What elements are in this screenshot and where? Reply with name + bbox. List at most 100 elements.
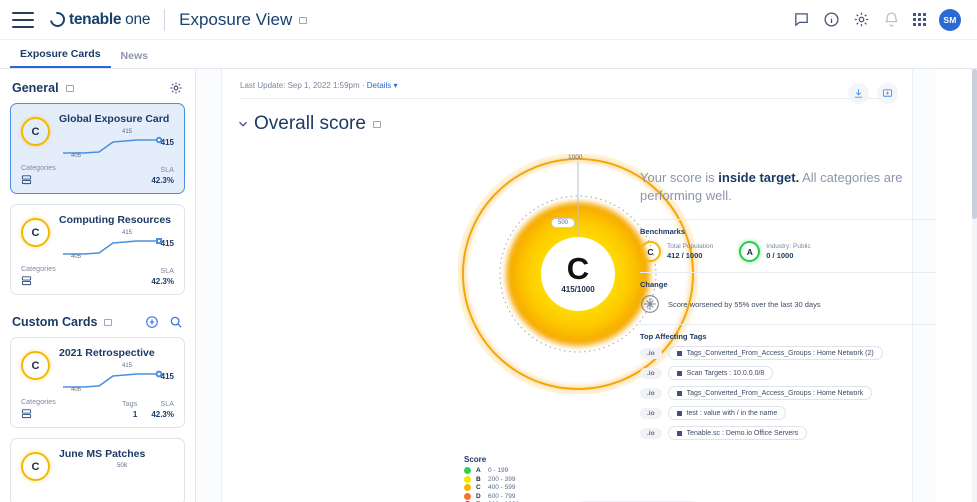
- card-title: 2021 Retrospective: [59, 347, 155, 359]
- card-metrics: Tags 1 SLA 42.3%: [122, 401, 174, 419]
- legend-grade: B: [476, 475, 481, 483]
- divider: [640, 219, 936, 220]
- trend-change-icon: [640, 294, 660, 314]
- benchmark-value: 0 / 1000: [766, 251, 794, 260]
- card-spark-high: 508: [117, 463, 128, 469]
- gear-icon[interactable]: [853, 11, 870, 28]
- custom-cards-section-title: Custom Cards: [12, 315, 98, 329]
- score-details: Your score is inside target. All categor…: [640, 169, 936, 440]
- page-info-icon[interactable]: [299, 16, 308, 24]
- page-scrollbar-thumb[interactable]: [972, 69, 977, 219]
- hamburger-icon[interactable]: [12, 11, 34, 28]
- tag-pill[interactable]: Tags_Converted_From_Access_Groups : Home…: [667, 386, 873, 400]
- tag-row: .io Scan Targets : 10.0.0.0/8: [640, 366, 936, 380]
- card-sla: SLA 42.3%: [151, 268, 174, 286]
- search-icon[interactable]: [169, 315, 183, 329]
- chat-icon[interactable]: [793, 11, 810, 28]
- legend-grade: D: [476, 492, 481, 500]
- last-update: Last Update: Sep 1, 2022 1:59pm · Detail…: [240, 81, 398, 90]
- card-sla-value: 42.3%: [151, 410, 174, 419]
- card-categories: Categories: [21, 399, 56, 419]
- gauge-score-text: 415/1000: [561, 285, 595, 294]
- general-section-actions: [169, 81, 183, 95]
- top-affecting-tags-list: .io Tags_Converted_From_Access_Groups : …: [640, 346, 936, 440]
- apps-grid-icon[interactable]: [913, 13, 926, 26]
- tag-source: .io: [640, 347, 662, 359]
- general-settings-gear-icon[interactable]: [169, 81, 183, 95]
- legend-dot-b: [464, 475, 471, 483]
- top-affecting-tags-label: Top Affecting Tags: [640, 332, 707, 341]
- benchmark-text: Industry: Public 0 / 1000: [766, 242, 810, 261]
- benchmark-grade-badge: A: [739, 241, 761, 262]
- info-icon[interactable]: [823, 11, 840, 28]
- card-sparkline: 415 405 415: [59, 362, 174, 396]
- tag-square-icon: [676, 390, 682, 396]
- tag-pill[interactable]: Tags_Converted_From_Access_Groups : Home…: [667, 346, 883, 360]
- general-info-icon[interactable]: [65, 84, 74, 92]
- legend-grade: C: [476, 484, 481, 491]
- benchmark-value: 412 / 1000: [667, 251, 703, 260]
- legend-dot-c: [464, 484, 471, 491]
- benchmark-text: Total Population 412 / 1000: [667, 242, 713, 261]
- card-sparkline: 415 405 415: [59, 229, 174, 263]
- benchmark-industry-public: A Industry: Public 0 / 1000: [739, 241, 811, 262]
- brand-logo[interactable]: tenable one: [47, 9, 150, 30]
- bell-icon[interactable]: [883, 11, 900, 28]
- card-sla-value: 42.3%: [151, 176, 174, 185]
- divider: [640, 324, 936, 325]
- general-section-header: General: [0, 69, 195, 103]
- avatar[interactable]: SM: [939, 8, 961, 31]
- card-sla: SLA 42.3%: [151, 401, 174, 419]
- download-icon[interactable]: [848, 83, 869, 104]
- card-spark-low: 405: [71, 387, 82, 393]
- card-sla-label: SLA: [160, 401, 174, 408]
- custom-cards-section-header: Custom Cards: [0, 305, 195, 337]
- card-sla-value: 42.3%: [151, 277, 174, 286]
- card-footer: Categories SLA 42.3%: [21, 165, 174, 185]
- tag-square-icon: [676, 350, 682, 356]
- add-comment-icon[interactable]: [877, 83, 898, 104]
- exposure-card-computing-resources[interactable]: C Computing Resources 415 405 415 Catego…: [10, 204, 185, 295]
- section-title: Overall score: [254, 113, 366, 134]
- overall-score-info-icon[interactable]: [372, 120, 381, 128]
- card-tags-label: Tags: [122, 401, 138, 408]
- tag-row: .io Tags_Converted_From_Access_Groups : …: [640, 386, 936, 400]
- chevron-down-icon[interactable]: [236, 117, 250, 131]
- tag-square-icon: [676, 410, 682, 416]
- card-grade-badge: C: [21, 117, 50, 146]
- top-bar: tenable one Exposure View SM: [0, 0, 977, 40]
- add-card-button[interactable]: [145, 315, 159, 329]
- card-categories: Categories: [21, 165, 56, 185]
- tag-pill[interactable]: Scan Targets : 10.0.0.0/8: [667, 366, 774, 380]
- tag-pill[interactable]: test : value with / in the name: [667, 406, 787, 420]
- tag-source: .io: [640, 407, 662, 419]
- card-spark-current: 415: [160, 138, 174, 147]
- page-title: Exposure View: [179, 10, 308, 30]
- change-text: Score worsened by 55% over the last 30 d…: [668, 299, 821, 309]
- card-spark-current: 415: [160, 372, 174, 381]
- exposure-card-global-exposure-card[interactable]: C Global Exposure Card 415 405 415 Categ…: [10, 103, 185, 194]
- overall-score-panel: Last Update: Sep 1, 2022 1:59pm · Detail…: [222, 69, 936, 502]
- overall-score-header: Overall score: [222, 99, 912, 135]
- custom-cards-info-icon[interactable]: [104, 318, 113, 326]
- score-summary: Your score is inside target. All categor…: [640, 169, 936, 205]
- legend-dot-a: [464, 467, 471, 474]
- card-spark-low: 405: [71, 254, 82, 260]
- tag-square-icon: [676, 370, 682, 376]
- exposure-card-june-ms-patches[interactable]: C June MS Patches 508: [10, 438, 185, 502]
- card-spark-high: 415: [122, 129, 133, 135]
- card-sla-label: SLA: [160, 268, 174, 275]
- main-content: Last Update: Sep 1, 2022 1:59pm · Detail…: [196, 69, 936, 502]
- card-footer: Categories Tags 1 SLA 42.3%: [21, 399, 174, 419]
- tag-row: .io test : value with / in the name: [640, 406, 936, 420]
- tag-source: .io: [640, 367, 662, 379]
- benchmarks-row: C Total Population 412 / 1000 A Industry…: [640, 241, 936, 262]
- tag-pill[interactable]: Tenable.sc : Demo.io Office Servers: [667, 426, 808, 440]
- card-body: Computing Resources 415 405 415: [59, 214, 174, 263]
- exposure-card-2021-retrospective[interactable]: C 2021 Retrospective 415 405 415 Categor…: [10, 337, 185, 428]
- tab-news[interactable]: News: [111, 50, 158, 68]
- categories-icon: [21, 408, 32, 419]
- tab-exposure-cards[interactable]: Exposure Cards: [10, 48, 111, 68]
- details-link[interactable]: Details: [367, 81, 391, 90]
- benchmark-name: Total Population: [667, 243, 714, 250]
